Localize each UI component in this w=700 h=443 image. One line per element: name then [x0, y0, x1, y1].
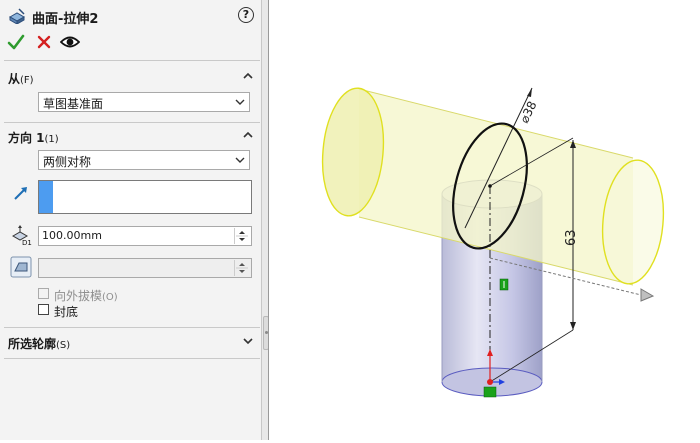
help-icon[interactable]: ? — [238, 7, 254, 23]
chevron-down-icon — [235, 157, 245, 163]
divider — [4, 327, 260, 328]
chevron-up-icon[interactable] — [242, 70, 254, 82]
draft-outward-checkbox[interactable] — [38, 288, 49, 299]
chevron-down-icon — [235, 99, 245, 105]
spinner-arrows-icon[interactable] — [234, 228, 249, 244]
eye-icon[interactable] — [60, 32, 80, 52]
divider — [4, 122, 260, 123]
ok-button[interactable] — [6, 32, 26, 52]
cap-end-label: 封底 — [54, 305, 79, 319]
section-contours-header[interactable]: 所选轮廓(S) — [8, 335, 258, 353]
diameter-dimension[interactable]: ⌀38 — [517, 99, 539, 125]
depth-icon: D1 — [11, 225, 32, 246]
depth-value: 100.00mm — [42, 229, 102, 242]
section-from-shortcut: (F) — [20, 75, 34, 86]
center-point — [488, 184, 492, 188]
cap-end-checkbox[interactable] — [38, 304, 49, 315]
spinner-arrows-icon[interactable] — [234, 260, 249, 276]
draft-outward-option[interactable]: 向外拔模(O) — [38, 287, 238, 303]
direction-arrow-icon — [14, 187, 27, 200]
cancel-button[interactable] — [34, 32, 54, 52]
draft-icon[interactable] — [10, 256, 32, 278]
section-direction1-shortcut: (1) — [44, 134, 59, 145]
section-from-header[interactable]: 从(F) — [8, 70, 258, 88]
from-select-value: 草图基准面 — [43, 97, 104, 111]
divider — [4, 358, 260, 359]
direction-selection-box[interactable] — [38, 180, 252, 214]
draft-angle-input[interactable] — [38, 258, 252, 278]
section-direction1-header[interactable]: 方向 1(1) — [8, 129, 258, 147]
graphics-viewport[interactable]: ⌀38 63 — [268, 0, 700, 440]
property-manager-panel: 曲面-拉伸2 ? 从(F) 草图基准面 方向 1(1) 两侧对称 D1 100.… — [0, 0, 262, 440]
cap-end-option[interactable]: 封底 — [38, 303, 238, 319]
from-select[interactable]: 草图基准面 — [38, 92, 250, 112]
drag-handle-icon[interactable] — [640, 288, 655, 302]
section-direction1-title: 方向 1 — [8, 131, 45, 145]
divider — [4, 60, 260, 61]
svg-text:D1: D1 — [22, 239, 32, 246]
section-contours-title: 所选轮廓 — [8, 337, 57, 351]
end-condition-value: 两侧对称 — [43, 155, 92, 169]
chevron-up-icon[interactable] — [242, 129, 254, 141]
selection-highlight — [39, 181, 53, 213]
height-dimension[interactable]: 63 — [564, 229, 579, 246]
action-buttons — [6, 32, 106, 54]
section-from-title: 从 — [8, 72, 21, 86]
depth-input[interactable]: 100.00mm — [38, 226, 252, 246]
feature-title: 曲面-拉伸2 — [32, 12, 99, 27]
feature-title-row: 曲面-拉伸2 ? — [6, 6, 256, 27]
chevron-down-icon[interactable] — [242, 335, 254, 347]
surface-extrude-icon — [8, 8, 26, 24]
model-view: ⌀38 63 — [321, 87, 665, 398]
section-contours-shortcut: (S) — [56, 340, 71, 351]
end-condition-select[interactable]: 两侧对称 — [38, 150, 250, 170]
draft-outward-label: 向外拔模(O) — [54, 289, 118, 303]
